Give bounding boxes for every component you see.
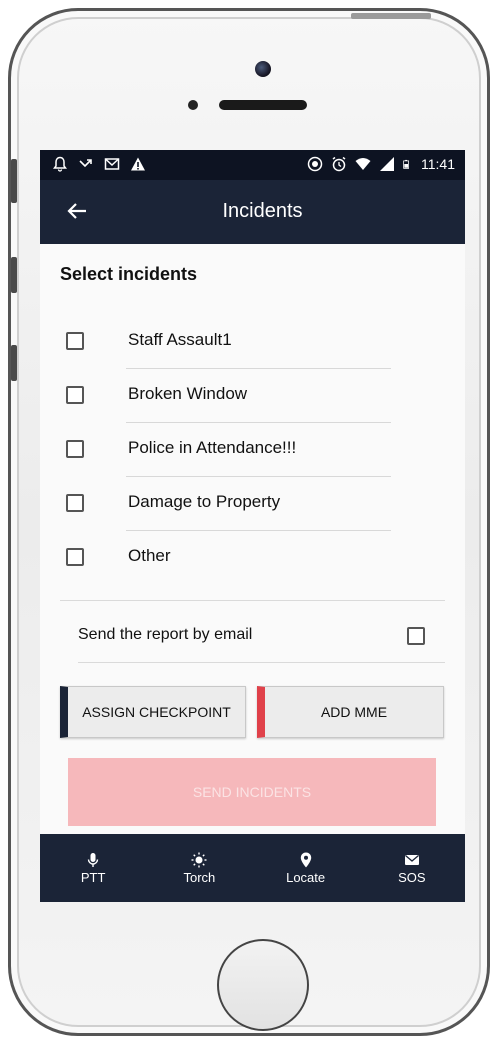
divider bbox=[78, 662, 445, 663]
status-bar: 11:41 bbox=[40, 150, 465, 180]
proximity-sensor bbox=[188, 100, 198, 110]
warning-icon bbox=[131, 157, 145, 171]
mail-icon bbox=[104, 158, 120, 170]
incident-checkbox[interactable] bbox=[66, 440, 84, 458]
volume-up-button bbox=[11, 257, 17, 293]
nav-item-sos[interactable]: SOS bbox=[359, 834, 465, 902]
power-button bbox=[351, 13, 431, 19]
incident-checkbox[interactable] bbox=[66, 548, 84, 566]
notification-bell-icon bbox=[53, 156, 67, 172]
email-option-label: Send the report by email bbox=[78, 626, 253, 643]
nav-item-locate[interactable]: Locate bbox=[253, 834, 359, 902]
incident-item-broken-window[interactable]: Broken Window bbox=[40, 368, 465, 423]
microphone-icon bbox=[87, 852, 99, 867]
incident-label: Damage to Property bbox=[128, 492, 281, 511]
envelope-icon bbox=[404, 854, 419, 865]
section-title: Select incidents bbox=[60, 264, 198, 284]
mute-switch bbox=[11, 159, 17, 203]
incident-label: Police in Attendance!!! bbox=[128, 438, 297, 457]
status-time: 11:41 bbox=[421, 156, 455, 172]
send-incidents-button[interactable]: SEND INCIDENTS bbox=[68, 758, 436, 826]
app-bar: Incidents bbox=[40, 180, 465, 244]
nav-label: PTT bbox=[80, 869, 106, 885]
nav-label: Torch bbox=[183, 869, 216, 885]
missed-call-icon bbox=[79, 159, 92, 168]
home-button[interactable] bbox=[217, 939, 309, 1031]
earpiece-speaker bbox=[219, 100, 307, 110]
email-report-option[interactable]: Send the report by email bbox=[40, 612, 465, 656]
bottom-nav: PTT Torch Locate SOS bbox=[40, 834, 465, 902]
location-pin-icon bbox=[300, 852, 311, 867]
app-screen: 11:41 Incidents Select incidents Staff A… bbox=[40, 150, 465, 902]
wifi-icon bbox=[355, 158, 371, 170]
incident-item-police-in-attendance[interactable]: Police in Attendance!!! bbox=[40, 422, 465, 477]
front-camera bbox=[255, 61, 271, 77]
incident-checkbox[interactable] bbox=[66, 494, 84, 512]
sync-icon bbox=[307, 156, 323, 172]
incident-item-other[interactable]: Other bbox=[40, 530, 465, 584]
incident-item-staff-assault[interactable]: Staff Assault1 bbox=[40, 314, 465, 369]
incident-checkbox[interactable] bbox=[66, 332, 84, 350]
assign-checkpoint-button[interactable]: ASSIGN CHECKPOINT bbox=[60, 686, 246, 738]
sun-icon bbox=[191, 852, 207, 867]
incident-checkbox[interactable] bbox=[66, 386, 84, 404]
incident-item-damage-to-property[interactable]: Damage to Property bbox=[40, 476, 465, 531]
cellular-signal-icon bbox=[380, 157, 394, 171]
alarm-clock-icon bbox=[332, 156, 346, 172]
nav-label: SOS bbox=[398, 869, 426, 885]
nav-item-ptt[interactable]: PTT bbox=[40, 834, 146, 902]
add-mme-button[interactable]: ADD MME bbox=[257, 686, 444, 738]
nav-label: Locate bbox=[286, 869, 326, 885]
divider bbox=[60, 600, 445, 601]
page-title: Incidents bbox=[222, 200, 303, 222]
incident-label: Other bbox=[128, 546, 171, 565]
battery-icon bbox=[403, 159, 409, 169]
incident-label: Staff Assault1 bbox=[128, 330, 232, 349]
incidents-content: Select incidents Staff Assault1 Broken W… bbox=[40, 244, 465, 834]
volume-down-button bbox=[11, 345, 17, 381]
nav-item-torch[interactable]: Torch bbox=[146, 834, 252, 902]
email-checkbox[interactable] bbox=[407, 627, 425, 645]
incident-label: Broken Window bbox=[128, 384, 248, 403]
